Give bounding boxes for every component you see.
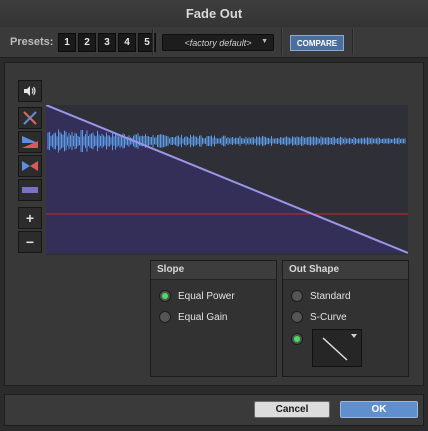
fade-out-waveform-button[interactable] xyxy=(18,131,42,153)
cancel-button[interactable]: Cancel xyxy=(254,401,330,418)
speaker-icon xyxy=(24,86,36,96)
out-shape-option-s-curve[interactable]: S-Curve xyxy=(291,311,347,323)
preset-button-1[interactable]: 1 xyxy=(58,33,76,52)
chevron-down-icon xyxy=(351,334,357,338)
slope-option-equal-gain[interactable]: Equal Gain xyxy=(159,311,227,323)
radio-label: Equal Power xyxy=(178,290,235,302)
preset-dropdown[interactable]: <factory default> ▼ xyxy=(162,34,274,51)
out-shape-title: Out Shape xyxy=(283,261,408,280)
radio-label: Standard xyxy=(310,290,351,302)
view-both-button[interactable] xyxy=(18,155,42,177)
preset-button-3[interactable]: 3 xyxy=(98,33,116,52)
no-fade-button[interactable] xyxy=(18,107,42,129)
zoom-out-button[interactable]: − xyxy=(18,231,42,253)
out-shape-option-custom[interactable] xyxy=(291,333,303,345)
speaker-button[interactable] xyxy=(18,80,42,102)
slope-group: Slope Equal Power Equal Gain xyxy=(150,260,277,377)
divider xyxy=(352,29,354,55)
fade-graph[interactable] xyxy=(46,105,408,255)
divider xyxy=(281,29,283,55)
shape-preset-dropdown[interactable] xyxy=(312,329,362,367)
window-title: Fade Out xyxy=(185,6,243,21)
preset-button-2[interactable]: 2 xyxy=(78,33,96,52)
ok-button[interactable]: OK xyxy=(340,401,418,418)
radio-label: S-Curve xyxy=(310,311,347,323)
out-shape-group: Out Shape Standard S-Curve xyxy=(282,260,409,377)
slope-title: Slope xyxy=(151,261,276,280)
cross-fade-none-icon xyxy=(23,111,37,125)
preset-dropdown-value: <factory default> xyxy=(184,37,252,48)
divider xyxy=(152,29,154,55)
dialog-footer: Cancel OK xyxy=(4,394,424,426)
zoom-in-button[interactable]: + xyxy=(18,207,42,229)
radio-s-curve[interactable] xyxy=(291,311,303,323)
preset-bar: Presets: 1 2 3 4 5 <factory default> ▼ C… xyxy=(0,27,428,58)
fade-curve-view-button[interactable] xyxy=(18,179,42,201)
compare-button[interactable]: COMPARE xyxy=(290,35,344,51)
radio-equal-gain[interactable] xyxy=(159,311,171,323)
title-bar: Fade Out xyxy=(0,0,428,28)
radio-label: Equal Gain xyxy=(178,311,228,323)
presets-label: Presets: xyxy=(10,36,54,48)
linear-shape-icon xyxy=(322,334,357,361)
radio-standard[interactable] xyxy=(291,290,303,302)
out-shape-option-standard[interactable]: Standard xyxy=(291,290,351,302)
preset-buttons: 1 2 3 4 5 xyxy=(58,33,156,52)
slope-option-equal-power[interactable]: Equal Power xyxy=(159,290,235,302)
fade-curve-icon xyxy=(22,187,38,193)
radio-custom-shape[interactable] xyxy=(291,333,303,345)
fade-shape-icon xyxy=(22,136,38,148)
radio-equal-power[interactable] xyxy=(159,290,171,302)
preset-button-4[interactable]: 4 xyxy=(118,33,136,52)
waveform-view-icon xyxy=(22,161,38,171)
chevron-down-icon: ▼ xyxy=(261,38,268,45)
